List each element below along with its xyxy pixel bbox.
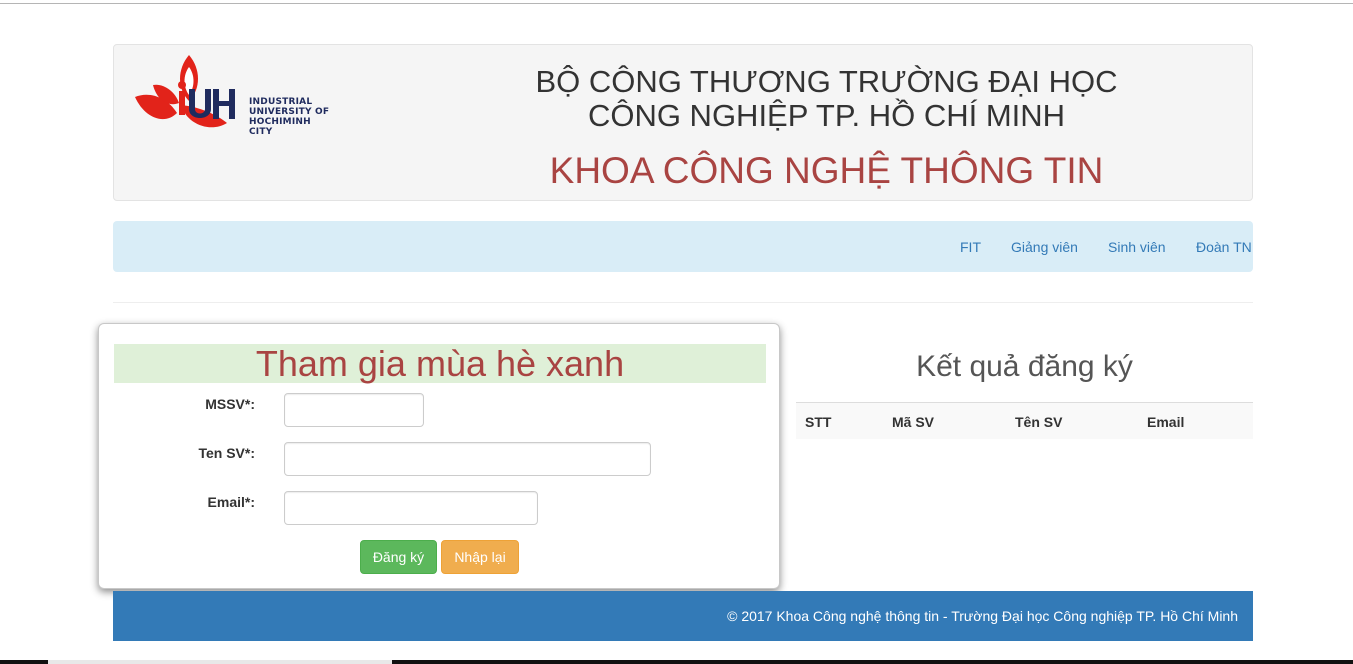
nav-item-students[interactable]: Sinh viên: [1108, 239, 1166, 255]
footer-copyright: © 2017 Khoa Công nghệ thông tin - Trường…: [727, 608, 1238, 624]
faculty-title: KHOA CÔNG NGHỆ THÔNG TIN: [549, 150, 1104, 191]
logo-line: UNIVERSITY OF: [249, 107, 330, 117]
bottom-bar: [0, 660, 1353, 664]
top-divider: [0, 3, 1353, 4]
nav-item-lecturers[interactable]: Giảng viên: [1011, 239, 1078, 255]
university-title-line2: CÔNG NGHIỆP TP. HỒ CHÍ MINH: [587, 98, 1066, 133]
column-header-email: Email: [1147, 414, 1185, 430]
column-header-student-id: Mã SV: [892, 414, 935, 430]
bottom-bar-segment: [48, 660, 392, 664]
student-name-input[interactable]: [284, 442, 651, 476]
iuh-logo: INDUSTRIAL UNIVERSITY OF HOCHIMINH CITY: [131, 49, 331, 139]
main-navbar: FIT Giảng viên Sinh viên Đoàn TN: [113, 221, 1253, 272]
nav-item-fit[interactable]: FIT: [960, 239, 981, 255]
logo-line: HOCHIMINH CITY: [249, 117, 311, 137]
results-title: Kết quả đăng ký: [916, 350, 1133, 383]
logo-line: INDUSTRIAL: [249, 97, 313, 107]
logo-text: INDUSTRIAL UNIVERSITY OF HOCHIMINH CITY: [249, 97, 331, 137]
mssv-label: MSSV*:: [205, 396, 255, 412]
reset-button[interactable]: Nhập lại: [441, 540, 519, 574]
column-header-student-name: Tên SV: [1015, 414, 1063, 430]
nav-item-youth-union[interactable]: Đoàn TN: [1196, 239, 1252, 255]
register-button[interactable]: Đăng ký: [360, 540, 437, 574]
site-header: INDUSTRIAL UNIVERSITY OF HOCHIMINH CITY …: [113, 44, 1253, 201]
section-divider: [113, 302, 1253, 303]
email-label: Email*:: [207, 494, 255, 510]
column-header-stt: STT: [805, 414, 832, 430]
form-title: Tham gia mùa hè xanh: [114, 344, 766, 383]
email-input[interactable]: [284, 491, 538, 525]
registration-form-panel: Tham gia mùa hè xanh MSSV*: Ten SV*: Ema…: [98, 323, 780, 589]
site-footer: © 2017 Khoa Công nghệ thông tin - Trường…: [113, 591, 1253, 641]
university-title: BỘ CÔNG THƯƠNG TRƯỜNG ĐẠI HỌC CÔNG NGHIỆ…: [514, 65, 1139, 133]
student-name-label: Ten SV*:: [198, 445, 255, 461]
university-title-line1: BỘ CÔNG THƯƠNG TRƯỜNG ĐẠI HỌC: [535, 64, 1118, 99]
results-table-header: STT Mã SV Tên SV Email: [796, 402, 1253, 439]
mssv-input[interactable]: [284, 393, 424, 427]
